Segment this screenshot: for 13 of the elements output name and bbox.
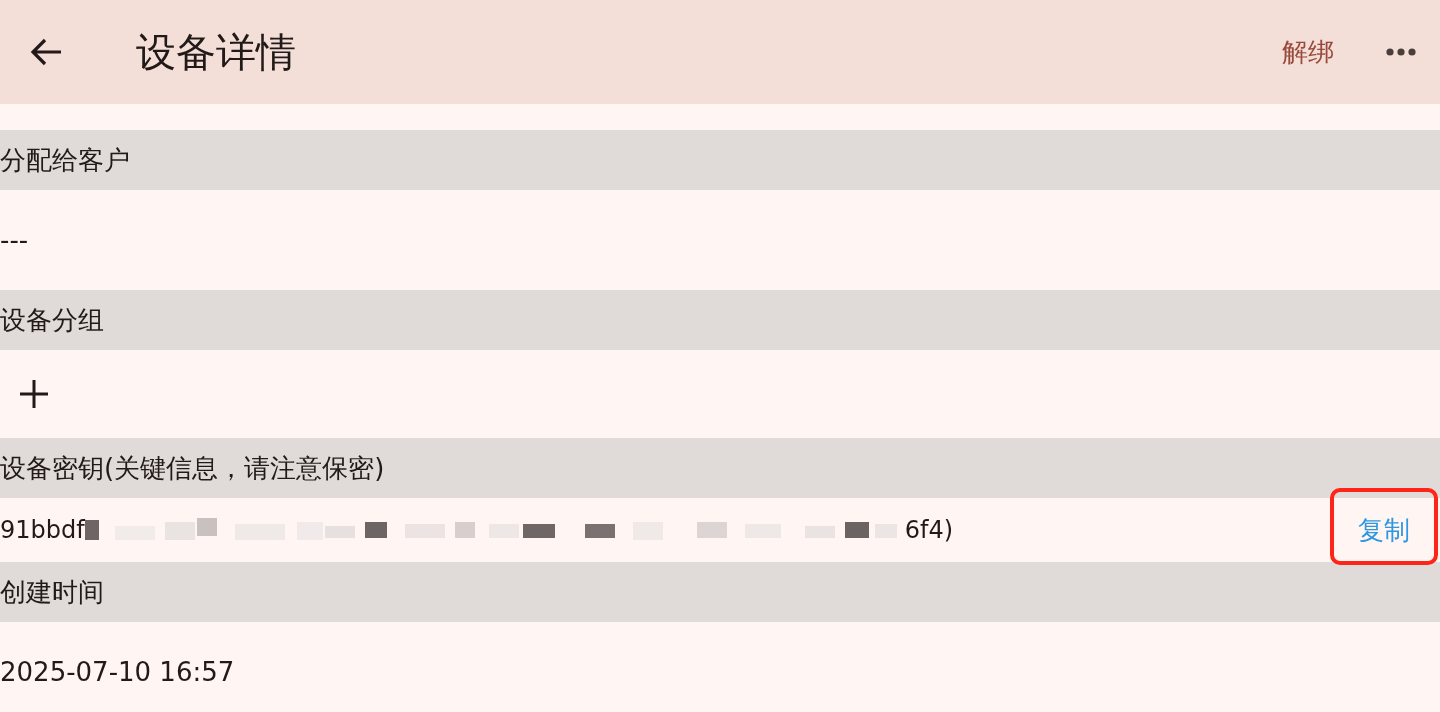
unbind-button[interactable]: 解绑 [1282, 39, 1334, 65]
add-icon[interactable] [18, 378, 50, 410]
copy-button[interactable]: 复制 [1356, 517, 1412, 543]
section-header: 分配给客户 [0, 130, 1440, 190]
field-value: --- [0, 227, 29, 253]
key-value-end: 6f4) [904, 518, 954, 542]
page-title: 设备详情 [136, 32, 296, 72]
field-value: 2025-07-10 16:57 [0, 659, 235, 685]
section-header: 设备密钥(关键信息，请注意保密) [0, 438, 1440, 498]
section-header: 创建时间 [0, 562, 1440, 622]
section-header: 设备分组 [0, 290, 1440, 350]
more-icon[interactable] [1386, 47, 1416, 57]
key-value-start: 91bbdf [0, 518, 85, 542]
